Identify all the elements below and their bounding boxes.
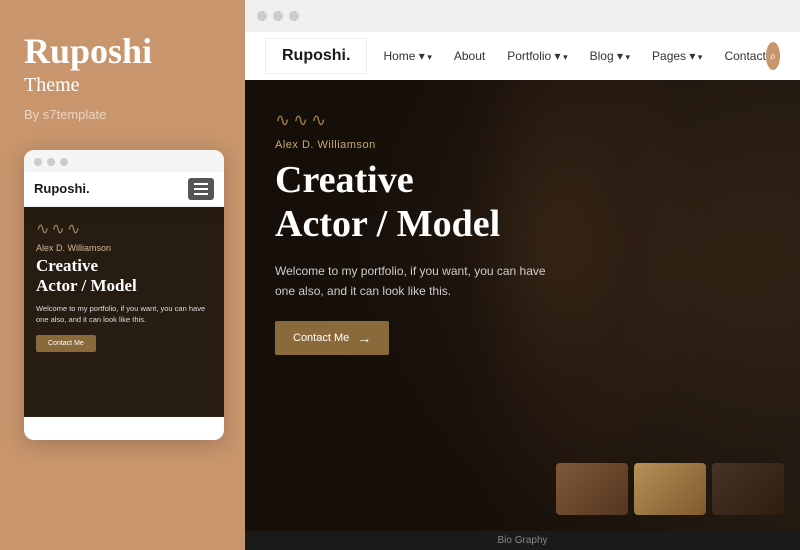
hero-person-name: Alex D. Williamson [275, 139, 770, 151]
app-title: Ruposhi [24, 32, 221, 72]
mobile-hero-title: Creative Actor / Model [36, 256, 212, 297]
mobile-hero-section: ∿∿∿ Alex D. Williamson Creative Actor / … [24, 207, 224, 417]
thumbnail-1[interactable] [556, 463, 628, 515]
thumbnail-2[interactable] [634, 463, 706, 515]
mobile-dot-3 [60, 158, 68, 166]
desktop-navbar: Ruposhi. Home ▾ About Portfolio ▾ Blog ▾… [245, 32, 800, 80]
hero-wave-decoration: ∿∿∿ [275, 110, 770, 131]
mobile-dot-1 [34, 158, 42, 166]
browser-dot-red [257, 11, 267, 21]
app-subtitle: Theme [24, 74, 221, 97]
nav-pages[interactable]: Pages ▾ [652, 49, 702, 63]
browser-dot-green [289, 11, 299, 21]
bio-strip: Bio Graphy [245, 531, 800, 550]
hero-description: Welcome to my portfolio, if you want, yo… [275, 262, 555, 300]
hamburger-icon[interactable] [188, 178, 214, 200]
desktop-nav-links: Home ▾ About Portfolio ▾ Blog ▾ Pages ▾ … [383, 49, 765, 63]
mobile-dot-2 [47, 158, 55, 166]
mobile-wave-decoration: ∿∿∿ [36, 219, 212, 239]
nav-blog[interactable]: Blog ▾ [590, 49, 630, 63]
mobile-cta-button[interactable]: Contact Me [36, 335, 96, 352]
desktop-preview-panel: Ruposhi. Home ▾ About Portfolio ▾ Blog ▾… [245, 0, 800, 550]
thumbnail-3[interactable] [712, 463, 784, 515]
nav-portfolio[interactable]: Portfolio ▾ [507, 49, 567, 63]
thumbnail-strip [556, 463, 784, 515]
nav-about[interactable]: About [454, 49, 485, 63]
desktop-logo: Ruposhi. [265, 38, 367, 74]
search-icon: ⌕ [770, 49, 777, 64]
sidebar: Ruposhi Theme By s7template Ruposhi. ∿∿∿… [0, 0, 245, 550]
browser-chrome [245, 0, 800, 32]
bio-strip-label: Bio Graphy [497, 535, 547, 546]
mobile-hero-name: Alex D. Williamson [36, 243, 212, 253]
mobile-logo: Ruposhi. [34, 181, 90, 196]
mobile-nav: Ruposhi. [24, 172, 224, 207]
mobile-preview-card: Ruposhi. ∿∿∿ Alex D. Williamson Creative… [24, 150, 224, 440]
hero-cta-button[interactable]: Contact Me → [275, 321, 389, 355]
browser-dot-yellow [273, 11, 283, 21]
cta-arrow-icon: → [357, 330, 371, 346]
search-button[interactable]: ⌕ [766, 42, 780, 70]
nav-contact[interactable]: Contact [724, 49, 765, 63]
author-credit: By s7template [24, 107, 221, 122]
hero-headline: Creative Actor / Model [275, 159, 770, 246]
mobile-window-controls [24, 150, 224, 172]
nav-home[interactable]: Home ▾ [383, 49, 431, 63]
cta-label: Contact Me [293, 332, 349, 344]
mobile-hero-description: Welcome to my portfolio, if you want, yo… [36, 304, 212, 325]
desktop-hero-section: ∿∿∿ Alex D. Williamson Creative Actor / … [245, 80, 800, 531]
